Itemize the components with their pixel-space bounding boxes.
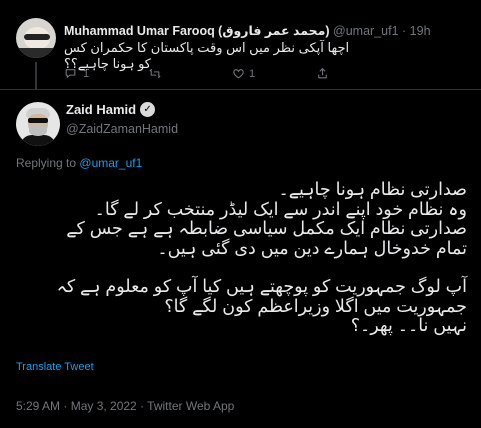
avatar-sunglasses xyxy=(28,118,48,123)
tweet-text-line: تمام خدوخال ہمارے دین میں دی گئی ہیں۔ xyxy=(157,237,467,258)
reply-count: 1 xyxy=(83,68,90,80)
avatar-shirt xyxy=(16,48,56,58)
share-action[interactable] xyxy=(316,67,329,81)
replying-to-label: Replying to xyxy=(16,156,77,170)
parent-tweet-header: Muhammad Umar Farooq (محمد عمر فاروق) @u… xyxy=(64,23,474,38)
retweet-icon[interactable] xyxy=(148,67,162,82)
like-action[interactable] xyxy=(232,67,245,81)
verified-badge-icon: ✓ xyxy=(140,102,156,117)
avatar-beard xyxy=(29,126,47,136)
avatar-body xyxy=(20,135,56,146)
avatar[interactable] xyxy=(16,18,56,58)
focused-tweet: Zaid Hamid ✓ @ZaidZamanHamid Replying to… xyxy=(0,90,481,428)
avatar-glasses xyxy=(24,34,50,40)
heart-icon[interactable] xyxy=(232,67,245,82)
author-name-row[interactable]: Zaid Hamid ✓ xyxy=(66,102,156,117)
author-handle[interactable]: @ZaidZamanHamid xyxy=(66,122,178,136)
reply-icon[interactable] xyxy=(64,67,77,82)
replying-to: Replying to @umar_uf1 xyxy=(16,156,142,170)
like-count: 1 xyxy=(249,68,256,80)
author-name[interactable]: Muhammad Umar Farooq (محمد عمر فاروق) xyxy=(64,24,330,38)
thread-connector-line xyxy=(35,62,37,90)
parent-tweet[interactable]: Muhammad Umar Farooq (محمد عمر فاروق) @u… xyxy=(0,0,481,90)
share-icon[interactable] xyxy=(316,67,329,82)
author-handle[interactable]: @umar_uf1 xyxy=(333,24,399,38)
tweet-thread: Muhammad Umar Farooq (محمد عمر فاروق) @u… xyxy=(0,0,481,428)
tweet-text-line: صدارتی نظام ایک مکمل سیاسی ضابطہ ہے ہے ج… xyxy=(66,218,467,238)
avatar[interactable] xyxy=(16,102,60,146)
tweet-text-line: جمہوریت میں اگلا وزیراعظم کون لگے گا؟ xyxy=(164,295,467,316)
retweet-action[interactable] xyxy=(148,67,162,81)
tweet-text-line: نہیں نا۔۔ پھر۔؟ xyxy=(350,315,467,335)
tweet-timestamp[interactable]: 5:29 AM · May 3, 2022 · Twitter Web App xyxy=(16,399,234,413)
author-name[interactable]: Zaid Hamid xyxy=(66,102,136,117)
tweet-text-line: وہ نظام خود اپنے اندر سے ایک لیڈر منتخب … xyxy=(94,198,467,219)
reply-action[interactable] xyxy=(64,67,77,81)
tweet-text: صدارتی نظام ہونا چاہیے۔ وہ نظام خود اپنے… xyxy=(12,179,467,336)
replying-to-mention[interactable]: @umar_uf1 xyxy=(79,156,142,170)
tweet-text-line: صدارتی نظام ہونا چاہیے۔ xyxy=(278,179,467,199)
tweet-time[interactable]: 19h xyxy=(410,24,431,38)
separator-dot: · xyxy=(402,24,407,38)
translate-tweet-link[interactable]: Translate Tweet xyxy=(16,361,94,373)
tweet-text-line: آپ لوگ جمہوریت کو پوچھتے ہیں کیا آپ کو م… xyxy=(56,276,467,296)
